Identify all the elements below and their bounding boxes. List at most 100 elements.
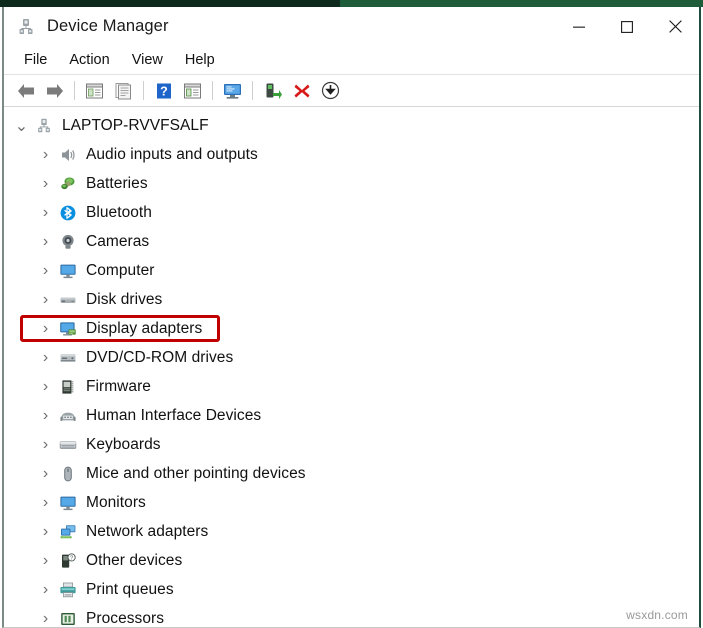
tree-item-label: DVD/CD-ROM drives bbox=[86, 349, 233, 367]
device-tree[interactable]: ⌄ LAPTOP-RVVFSALF bbox=[4, 107, 699, 626]
tree-item-label: Bluetooth bbox=[86, 204, 152, 222]
tree-item-label: Batteries bbox=[86, 175, 148, 193]
chevron-right-icon[interactable]: › bbox=[37, 581, 54, 598]
menu-view[interactable]: View bbox=[121, 49, 174, 72]
tree-item-label: Keyboards bbox=[86, 436, 161, 454]
tree-item-processors[interactable]: › Processors bbox=[4, 604, 699, 626]
tree-item-root-label: LAPTOP-RVVFSALF bbox=[62, 117, 209, 135]
scan-hardware-changes-icon[interactable] bbox=[218, 78, 247, 104]
keyboard-icon bbox=[58, 435, 78, 455]
disk-drive-icon bbox=[58, 290, 78, 310]
tree-item-label: Cameras bbox=[86, 233, 149, 251]
chevron-right-icon[interactable]: › bbox=[37, 523, 54, 540]
toolbar-separator bbox=[143, 81, 144, 100]
svg-text:?: ? bbox=[70, 555, 73, 561]
bluetooth-icon bbox=[58, 203, 78, 223]
chevron-right-icon[interactable]: › bbox=[37, 465, 54, 482]
toolbar-separator bbox=[74, 81, 75, 100]
chevron-right-icon[interactable]: › bbox=[37, 610, 54, 626]
chevron-right-icon[interactable]: › bbox=[37, 320, 54, 337]
menu-file[interactable]: File bbox=[13, 49, 58, 72]
window-controls bbox=[555, 7, 699, 46]
printer-icon bbox=[58, 580, 78, 600]
tree-item-label: Audio inputs and outputs bbox=[86, 146, 258, 164]
update-driver-icon[interactable] bbox=[178, 78, 207, 104]
show-hide-console-tree-icon[interactable] bbox=[80, 78, 109, 104]
help-icon[interactable]: ? bbox=[149, 78, 178, 104]
svg-text:?: ? bbox=[160, 84, 168, 98]
chevron-right-icon[interactable]: › bbox=[37, 552, 54, 569]
chevron-right-icon[interactable]: › bbox=[37, 291, 54, 308]
watermark: wsxdn.com bbox=[626, 608, 688, 622]
window-frame: Device Manager File Action View Help bbox=[2, 7, 701, 628]
device-manager-window: Device Manager File Action View Help bbox=[0, 0, 703, 628]
properties-icon[interactable] bbox=[109, 78, 138, 104]
menu-action[interactable]: Action bbox=[58, 49, 120, 72]
chevron-right-icon[interactable]: › bbox=[37, 494, 54, 511]
chevron-right-icon[interactable]: › bbox=[37, 204, 54, 221]
monitor-icon bbox=[58, 493, 78, 513]
processor-icon bbox=[58, 609, 78, 627]
tree-item-audio-inputs-and-outputs[interactable]: › Audio inputs and outputs bbox=[4, 140, 699, 169]
chevron-right-icon[interactable]: › bbox=[37, 233, 54, 250]
chevron-right-icon[interactable]: › bbox=[37, 378, 54, 395]
chevron-right-icon[interactable]: › bbox=[37, 262, 54, 279]
toolbar-separator bbox=[252, 81, 253, 100]
tree-item-print-queues[interactable]: › Print queues bbox=[4, 575, 699, 604]
background-window-strip bbox=[0, 0, 703, 7]
tree-item-human-interface-devices[interactable]: › Human Interface Devices bbox=[4, 401, 699, 430]
tree-item-bluetooth[interactable]: › Bluetooth bbox=[4, 198, 699, 227]
mouse-icon bbox=[58, 464, 78, 484]
chevron-down-icon[interactable]: ⌄ bbox=[13, 117, 30, 134]
tree-item-mice-and-other-pointing-devices[interactable]: › Mice and other pointing devices bbox=[4, 459, 699, 488]
background-window-dark-segment bbox=[0, 0, 340, 7]
tree-item-disk-drives[interactable]: › Disk drives bbox=[4, 285, 699, 314]
tree-item-monitors[interactable]: › Monitors bbox=[4, 488, 699, 517]
tree-item-root[interactable]: ⌄ LAPTOP-RVVFSALF bbox=[4, 111, 699, 140]
chevron-right-icon[interactable]: › bbox=[37, 436, 54, 453]
tree-item-label: Mice and other pointing devices bbox=[86, 465, 306, 483]
maximize-button[interactable] bbox=[603, 7, 651, 46]
tree-item-label: Computer bbox=[86, 262, 154, 280]
tree-item-batteries[interactable]: › Batteries bbox=[4, 169, 699, 198]
forward-arrow-icon[interactable] bbox=[40, 78, 69, 104]
tree-item-label: Print queues bbox=[86, 581, 174, 599]
close-button[interactable] bbox=[651, 7, 699, 46]
menu-help[interactable]: Help bbox=[174, 49, 226, 72]
display-adapter-icon bbox=[58, 319, 78, 339]
tree-item-computer[interactable]: › Computer bbox=[4, 256, 699, 285]
tree-item-label: Monitors bbox=[86, 494, 146, 512]
monitor-icon bbox=[58, 261, 78, 281]
tree-item-label: Processors bbox=[86, 610, 164, 627]
camera-icon bbox=[58, 232, 78, 252]
disable-device-icon[interactable] bbox=[316, 78, 345, 104]
tree-item-dvd-cd-rom-drives[interactable]: › DVD/CD-ROM drives bbox=[4, 343, 699, 372]
hid-icon bbox=[58, 406, 78, 426]
window-title: Device Manager bbox=[47, 17, 169, 36]
tree-item-display-adapters[interactable]: › Display adapters bbox=[4, 314, 699, 343]
firmware-icon bbox=[58, 377, 78, 397]
tree-item-other-devices[interactable]: › ? Other devices bbox=[4, 546, 699, 575]
toolbar-separator bbox=[212, 81, 213, 100]
computer-root-icon bbox=[34, 116, 54, 136]
chevron-right-icon[interactable]: › bbox=[37, 349, 54, 366]
network-adapter-icon bbox=[58, 522, 78, 542]
device-manager-icon bbox=[16, 17, 36, 37]
tree-item-network-adapters[interactable]: › Network adapters bbox=[4, 517, 699, 546]
enable-device-icon[interactable] bbox=[258, 78, 287, 104]
back-arrow-icon[interactable] bbox=[11, 78, 40, 104]
dvd-drive-icon bbox=[58, 348, 78, 368]
chevron-right-icon[interactable]: › bbox=[37, 175, 54, 192]
tree-item-cameras[interactable]: › Cameras bbox=[4, 227, 699, 256]
chevron-right-icon[interactable]: › bbox=[37, 146, 54, 163]
unknown-device-icon: ? bbox=[58, 551, 78, 571]
tree-item-keyboards[interactable]: › Keyboards bbox=[4, 430, 699, 459]
tree-item-label: Network adapters bbox=[86, 523, 208, 541]
tree-item-firmware[interactable]: › bbox=[4, 372, 699, 401]
uninstall-device-icon[interactable] bbox=[287, 78, 316, 104]
title-bar: Device Manager bbox=[4, 7, 699, 46]
minimize-button[interactable] bbox=[555, 7, 603, 46]
chevron-right-icon[interactable]: › bbox=[37, 407, 54, 424]
menu-bar: File Action View Help bbox=[4, 46, 699, 75]
speaker-icon bbox=[58, 145, 78, 165]
